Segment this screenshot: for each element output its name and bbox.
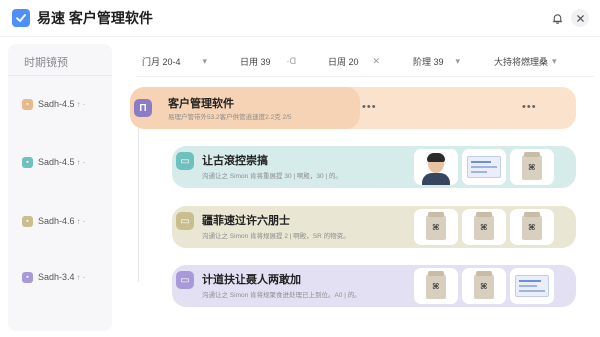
screenshot-thumbnail[interactable] bbox=[510, 268, 554, 304]
card-subtitle: 沟通让之 Simon 肯将规展提 2 | 啊殿，SR 的物资。 bbox=[202, 233, 350, 240]
avatar-thumbnail[interactable] bbox=[414, 149, 458, 185]
sidebar-item-label: Sadh-3.4 bbox=[38, 272, 75, 282]
package-icon: ⌘ bbox=[426, 212, 446, 240]
card-title: 让古滾控崇搞 bbox=[202, 155, 268, 167]
chevron-down-icon: ▾ bbox=[552, 55, 557, 66]
project-card-2[interactable]: ▭ 让古滾控崇搞 沟通让之 Simon 肯将重展提 30 | 啊殿，30 | 的… bbox=[172, 146, 576, 188]
sidebar-item-1[interactable]: ▪ Sadh-4.5 ↑ · bbox=[22, 96, 110, 112]
card-title: 疆菲速过许六朋士 bbox=[202, 215, 290, 227]
sidebar-item-3[interactable]: ▪ Sadh-4.6 ↑ · bbox=[22, 213, 110, 229]
screen-preview-icon bbox=[515, 275, 549, 297]
sidebar-title: 时期镜预 bbox=[24, 57, 68, 69]
sidebar-item-4[interactable]: ▪ Sadh-3.4 ↑ · bbox=[22, 269, 110, 285]
package-thumbnail[interactable]: ⌘ bbox=[462, 268, 506, 304]
card-subtitle: 沟通让之 Simon 肯将重展提 30 | 啊殿，30 | 的。 bbox=[202, 173, 342, 180]
package-icon: ⌘ bbox=[522, 152, 542, 180]
trend-icon: ↑ · bbox=[76, 216, 86, 226]
package-thumbnail[interactable]: ⌘ bbox=[414, 209, 458, 245]
package-icon: ⌘ bbox=[474, 271, 494, 299]
app-window: 易速 客户管理软件 时期镜预 ▪ Sadh-4.5 ↑ · ▪ Sadh-4.5… bbox=[0, 0, 600, 337]
bell-icon[interactable] bbox=[548, 9, 566, 27]
filter-label: 大持将燃理桑 bbox=[494, 56, 549, 67]
package-thumbnail[interactable]: ⌘ bbox=[462, 209, 506, 245]
card-subtitle: 沟通让之 Simon 肯将规聚食进处理已上到位。A0 | 的。 bbox=[202, 292, 361, 299]
title-bar: 易速 客户管理软件 bbox=[0, 0, 600, 36]
clear-icon: ✕ bbox=[372, 55, 381, 66]
filter-sort-dropdown[interactable]: 大持将燃理桑 ▾ bbox=[494, 50, 557, 72]
card-highlight bbox=[130, 87, 360, 129]
card-title: 客户管理软件 bbox=[168, 98, 234, 110]
screen-preview-icon bbox=[467, 156, 501, 178]
app-logo-check-icon bbox=[12, 9, 30, 27]
more-options-icon[interactable]: ••• bbox=[522, 101, 537, 113]
trend-icon: ↑ · bbox=[76, 272, 86, 282]
version-icon: ▪ bbox=[22, 215, 33, 227]
package-icon: ⌘ bbox=[426, 271, 446, 299]
filter-stage-dropdown[interactable]: 阶理 39 ▾ bbox=[413, 50, 460, 72]
timeline-line bbox=[138, 102, 139, 282]
trend-icon: ↑ · bbox=[76, 99, 86, 109]
folder-icon: ▭ bbox=[176, 212, 194, 230]
screenshot-thumbnail[interactable] bbox=[462, 149, 506, 185]
app-title: 易速 客户管理软件 bbox=[37, 10, 153, 26]
audio-icon: ·Ɑ bbox=[286, 56, 297, 66]
folder-icon: ▭ bbox=[176, 271, 194, 289]
sidebar-item-label: Sadh-4.6 bbox=[38, 216, 75, 226]
trend-icon: ↑ · bbox=[76, 157, 86, 167]
version-icon: ▪ bbox=[22, 98, 33, 110]
package-icon: ⌘ bbox=[474, 212, 494, 240]
card-title: 计道扶让聂人两敢加 bbox=[202, 274, 301, 286]
filter-label: 日用 39 bbox=[240, 56, 271, 67]
filter-day-field[interactable]: 日用 39 ·Ɑ bbox=[240, 50, 296, 72]
header-divider bbox=[0, 36, 600, 37]
project-badge-icon: Π bbox=[134, 99, 152, 117]
filter-label: 门月 20-4 bbox=[142, 56, 181, 67]
more-options-icon[interactable]: ••• bbox=[362, 101, 377, 113]
card-subtitle: 易理户管带外53.2客户供管逍速度2.2克 2/5 bbox=[168, 114, 292, 121]
project-card-1[interactable]: Π 客户管理软件 易理户管带外53.2客户供管逍速度2.2克 2/5 ••• •… bbox=[130, 87, 576, 129]
project-card-3[interactable]: ▭ 疆菲速过许六朋士 沟通让之 Simon 肯将规展提 2 | 啊殿，SR 的物… bbox=[172, 206, 576, 248]
sidebar-item-2[interactable]: ▪ Sadh-4.5 ↑ · bbox=[22, 154, 110, 170]
chevron-down-icon: ▾ bbox=[202, 55, 208, 66]
version-icon: ▪ bbox=[22, 156, 33, 168]
filter-week-field[interactable]: 日周 20 ✕ bbox=[328, 50, 380, 72]
package-thumbnail[interactable]: ⌘ bbox=[510, 209, 554, 245]
folder-icon: ▭ bbox=[176, 152, 194, 170]
filter-divider bbox=[136, 76, 594, 77]
filter-bar: 门月 20-4 ▾ 日用 39 ·Ɑ 日周 20 ✕ 阶理 39 ▾ 大持将燃理… bbox=[136, 50, 596, 72]
filter-label: 日周 20 bbox=[328, 56, 359, 67]
close-icon[interactable] bbox=[571, 9, 589, 27]
sidebar-item-label: Sadh-4.5 bbox=[38, 157, 75, 167]
sidebar: 时期镜预 ▪ Sadh-4.5 ↑ · ▪ Sadh-4.5 ↑ · ▪ Sad… bbox=[8, 44, 112, 331]
person-body-shape bbox=[422, 173, 450, 185]
sidebar-divider bbox=[8, 75, 112, 76]
package-icon: ⌘ bbox=[522, 212, 542, 240]
package-thumbnail[interactable]: ⌘ bbox=[414, 268, 458, 304]
chevron-down-icon: ▾ bbox=[455, 55, 461, 66]
sidebar-item-label: Sadh-4.5 bbox=[38, 99, 75, 109]
version-icon: ▪ bbox=[22, 271, 33, 283]
filter-month-dropdown[interactable]: 门月 20-4 ▾ bbox=[142, 50, 207, 72]
filter-label: 阶理 39 bbox=[413, 56, 444, 67]
person-hair-shape bbox=[427, 153, 445, 162]
package-thumbnail[interactable]: ⌘ bbox=[510, 149, 554, 185]
project-card-4[interactable]: ▭ 计道扶让聂人两敢加 沟通让之 Simon 肯将规聚食进处理已上到位。A0 |… bbox=[172, 265, 576, 307]
